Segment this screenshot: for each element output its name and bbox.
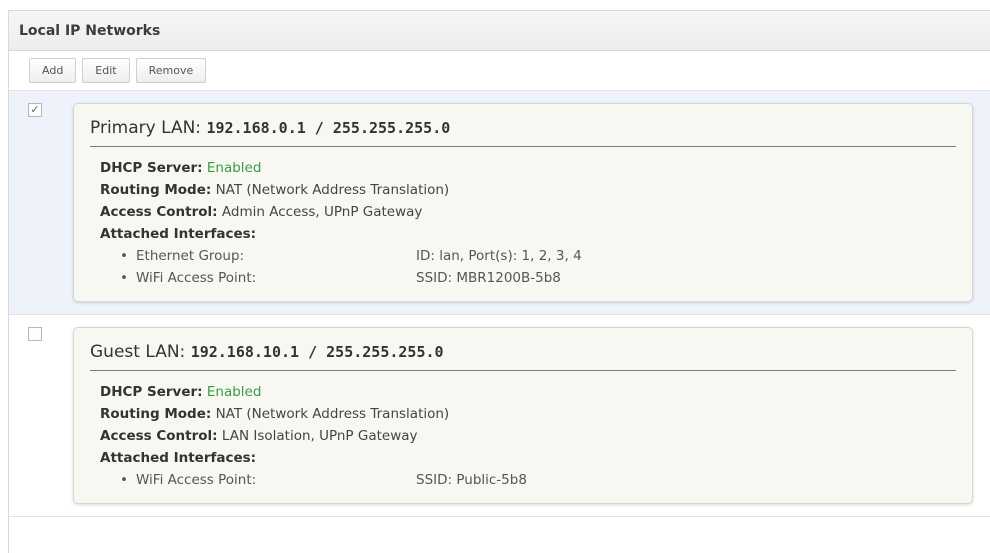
access-control-line: Access Control: LAN Isolation, UPnP Gate… [90, 425, 956, 447]
dhcp-server-line: DHCP Server: Enabled [90, 157, 956, 179]
attached-interfaces-heading: Attached Interfaces: [90, 223, 956, 245]
routing-mode-label: Routing Mode: [100, 182, 212, 198]
access-control-line: Access Control: Admin Access, UPnP Gatew… [90, 201, 956, 223]
routing-mode-value: NAT (Network Address Translation) [215, 406, 450, 422]
interface-detail: SSID: Public-5b8 [416, 472, 527, 488]
dhcp-server-label: DHCP Server: [100, 160, 203, 176]
interface-name: WiFi Access Point: [136, 472, 257, 488]
bullet-icon: • [120, 270, 128, 286]
local-ip-networks-panel: Local IP Networks Add Edit Remove ✓ Prim… [8, 10, 990, 553]
dhcp-server-label: DHCP Server: [100, 384, 203, 400]
network-card-header: Guest LAN: 192.168.10.1 / 255.255.255.0 [90, 342, 956, 371]
network-row-primary-lan[interactable]: ✓ Primary LAN: 192.168.0.1 / 255.255.255… [9, 91, 990, 315]
dhcp-server-value: Enabled [206, 160, 262, 176]
routing-mode-label: Routing Mode: [100, 406, 212, 422]
network-card: Primary LAN: 192.168.0.1 / 255.255.255.0… [73, 103, 973, 302]
interface-item: • WiFi Access Point: SSID: Public-5b8 [90, 469, 956, 491]
access-control-label: Access Control: [100, 428, 218, 444]
interface-name: WiFi Access Point: [136, 270, 257, 286]
network-name: Primary LAN: [90, 118, 202, 138]
network-row-guest-lan[interactable]: Guest LAN: 192.168.10.1 / 255.255.255.0 … [9, 315, 990, 517]
toolbar: Add Edit Remove [9, 51, 990, 91]
routing-mode-value: NAT (Network Address Translation) [215, 182, 450, 198]
attached-interfaces-heading: Attached Interfaces: [90, 447, 956, 469]
dhcp-server-line: DHCP Server: Enabled [90, 381, 956, 403]
row-select-cell [9, 315, 69, 516]
network-address: 192.168.0.1 / 255.255.255.0 [206, 119, 451, 137]
interface-detail: SSID: MBR1200B-5b8 [416, 270, 561, 286]
network-list: ✓ Primary LAN: 192.168.0.1 / 255.255.255… [9, 91, 990, 517]
row-select-cell: ✓ [9, 91, 69, 314]
dhcp-server-value: Enabled [206, 384, 262, 400]
bullet-icon: • [120, 472, 128, 488]
interface-item: • WiFi Access Point: SSID: MBR1200B-5b8 [90, 267, 956, 289]
add-button[interactable]: Add [29, 58, 77, 83]
network-address: 192.168.10.1 / 255.255.255.0 [190, 343, 444, 361]
interface-name: Ethernet Group: [136, 248, 245, 264]
routing-mode-line: Routing Mode: NAT (Network Address Trans… [90, 403, 956, 425]
access-control-value: LAN Isolation, UPnP Gateway [221, 428, 418, 444]
attached-interfaces-label: Attached Interfaces: [100, 226, 257, 242]
remove-button[interactable]: Remove [135, 58, 207, 83]
network-card-header: Primary LAN: 192.168.0.1 / 255.255.255.0 [90, 118, 956, 147]
network-card: Guest LAN: 192.168.10.1 / 255.255.255.0 … [73, 327, 973, 504]
routing-mode-line: Routing Mode: NAT (Network Address Trans… [90, 179, 956, 201]
row-checkbox[interactable] [28, 327, 42, 341]
interface-item: • Ethernet Group: ID: lan, Port(s): 1, 2… [90, 245, 956, 267]
attached-interfaces-label: Attached Interfaces: [100, 450, 257, 466]
network-name: Guest LAN: [90, 342, 186, 362]
interface-detail: ID: lan, Port(s): 1, 2, 3, 4 [416, 248, 582, 264]
panel-title: Local IP Networks [9, 11, 990, 51]
access-control-value: Admin Access, UPnP Gateway [221, 204, 423, 220]
access-control-label: Access Control: [100, 204, 218, 220]
row-checkbox[interactable]: ✓ [28, 103, 42, 117]
bullet-icon: • [120, 248, 128, 264]
edit-button[interactable]: Edit [82, 58, 130, 83]
